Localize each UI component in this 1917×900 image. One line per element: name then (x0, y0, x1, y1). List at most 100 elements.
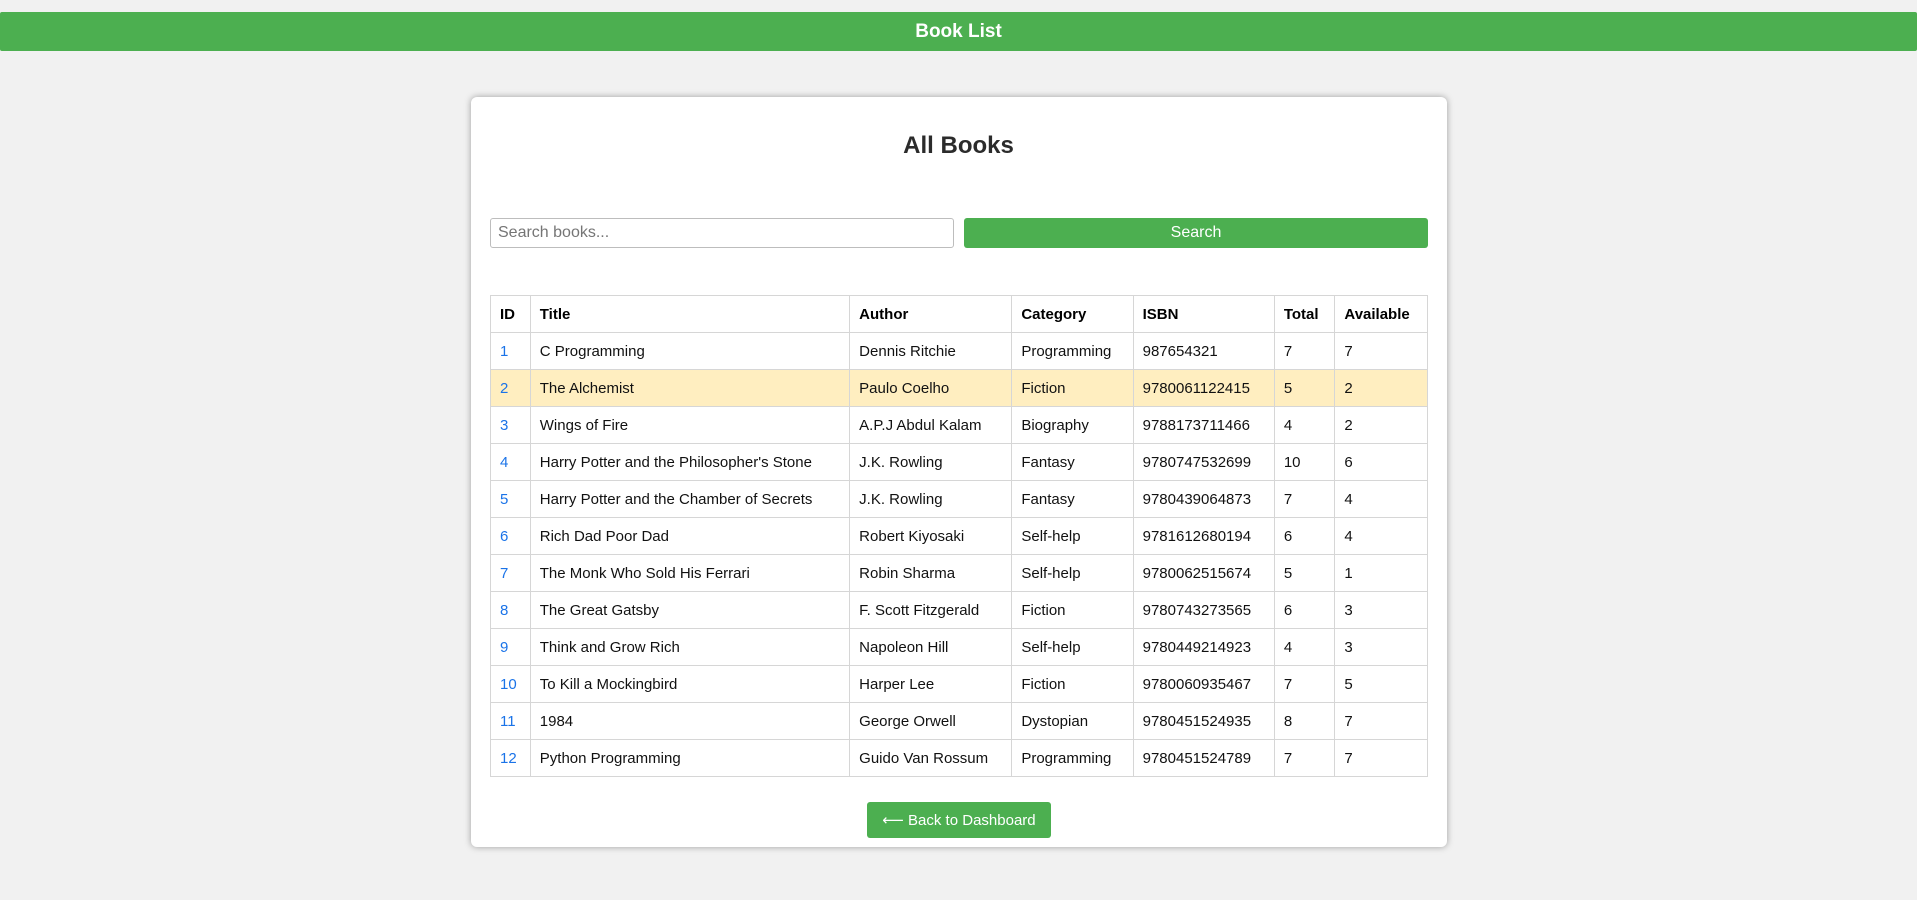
cell-id: 7 (490, 554, 531, 592)
cell-isbn: 9780439064873 (1132, 480, 1275, 518)
cell-isbn: 9780061122415 (1132, 369, 1275, 407)
book-id-link[interactable]: 10 (500, 676, 517, 693)
book-id-link[interactable]: 12 (500, 750, 517, 767)
cell-title: 1984 (529, 702, 851, 740)
cell-author: Robert Kiyosaki (849, 517, 1013, 555)
cell-author: J.K. Rowling (849, 443, 1013, 481)
book-id-link[interactable]: 8 (500, 602, 508, 619)
app-header: Book List (0, 12, 1917, 51)
column-header-category: Category (1011, 295, 1134, 333)
cell-total: 5 (1273, 554, 1336, 592)
cell-title: To Kill a Mockingbird (529, 665, 851, 703)
cell-id: 6 (490, 517, 531, 555)
cell-available: 7 (1334, 702, 1428, 740)
back-to-dashboard-button[interactable]: ⟵ Back to Dashboard (867, 802, 1051, 838)
cell-total: 6 (1273, 517, 1336, 555)
column-header-total: Total (1273, 295, 1336, 333)
cell-total: 4 (1273, 628, 1336, 666)
cell-title: Harry Potter and the Chamber of Secrets (529, 480, 851, 518)
table-row: 8 The Great Gatsby F. Scott Fitzgerald Fict… (490, 591, 1428, 629)
book-id-link[interactable]: 3 (500, 417, 508, 434)
cell-category: Fantasy (1011, 480, 1134, 518)
cell-author: J.K. Rowling (849, 480, 1013, 518)
cell-isbn: 9780743273565 (1132, 591, 1275, 629)
cell-id: 9 (490, 628, 531, 666)
cell-author: Dennis Ritchie (849, 332, 1013, 370)
cell-available: 4 (1334, 480, 1428, 518)
column-header-author: Author (849, 295, 1013, 333)
cell-author: Robin Sharma (849, 554, 1013, 592)
cell-total: 7 (1273, 739, 1336, 777)
cell-isbn: 9780060935467 (1132, 665, 1275, 703)
cell-id: 1 (490, 332, 531, 370)
table-row: 10 To Kill a Mockingbird Harper Lee Fiction… (490, 665, 1428, 703)
page-title: All Books (903, 132, 1014, 159)
cell-id: 10 (490, 665, 531, 703)
cell-isbn: 9780747532699 (1132, 443, 1275, 481)
cell-id: 12 (490, 739, 531, 777)
book-id-link[interactable]: 11 (500, 713, 516, 730)
column-header-title: Title (529, 295, 851, 333)
table-row: 6 Rich Dad Poor Dad Robert Kiyosaki Self-he… (490, 517, 1428, 555)
cell-available: 2 (1334, 369, 1428, 407)
cell-author: Harper Lee (849, 665, 1013, 703)
column-header-available: Available (1334, 295, 1428, 333)
table-row: 11 1984 George Orwell Dystopian 978045152493… (490, 702, 1428, 740)
cell-isbn: 987654321 (1132, 332, 1275, 370)
books-table: ID Title Author Category ISBN Total Avai… (490, 295, 1428, 777)
table-row: 5 Harry Potter and the Chamber of Secrets… (490, 480, 1428, 518)
column-header-id: ID (490, 295, 531, 333)
book-id-link[interactable]: 6 (500, 528, 508, 545)
cell-category: Self-help (1011, 554, 1134, 592)
cell-category: Programming (1011, 332, 1134, 370)
cell-available: 7 (1334, 332, 1428, 370)
cell-id: 2 (490, 369, 531, 407)
book-id-link[interactable]: 1 (500, 343, 508, 360)
cell-title: Think and Grow Rich (529, 628, 851, 666)
cell-available: 1 (1334, 554, 1428, 592)
cell-id: 3 (490, 406, 531, 444)
book-id-link[interactable]: 7 (500, 565, 508, 582)
cell-total: 7 (1273, 480, 1336, 518)
table-row: 9 Think and Grow Rich Napoleon Hill Self-he… (490, 628, 1428, 666)
cell-title: The Great Gatsby (529, 591, 851, 629)
cell-available: 5 (1334, 665, 1428, 703)
column-header-isbn: ISBN (1132, 295, 1275, 333)
cell-isbn: 9780062515674 (1132, 554, 1275, 592)
cell-author: Napoleon Hill (849, 628, 1013, 666)
book-id-link[interactable]: 4 (500, 454, 508, 471)
cell-title: C Programming (529, 332, 851, 370)
cell-available: 4 (1334, 517, 1428, 555)
cell-category: Fiction (1011, 369, 1134, 407)
book-id-link[interactable]: 9 (500, 639, 508, 656)
cell-total: 7 (1273, 332, 1336, 370)
cell-available: 3 (1334, 591, 1428, 629)
cell-total: 4 (1273, 406, 1336, 444)
cell-author: A.P.J Abdul Kalam (849, 406, 1013, 444)
table-row: 2 The Alchemist Paulo Coelho Fiction 9780061… (490, 369, 1428, 407)
cell-author: George Orwell (849, 702, 1013, 740)
cell-total: 6 (1273, 591, 1336, 629)
search-button[interactable]: Search (964, 218, 1428, 248)
cell-total: 10 (1273, 443, 1336, 481)
cell-isbn: 9781612680194 (1132, 517, 1275, 555)
cell-available: 3 (1334, 628, 1428, 666)
table-row: 7 The Monk Who Sold His Ferrari Robin Shar… (490, 554, 1428, 592)
book-id-link[interactable]: 5 (500, 491, 508, 508)
table-body: 1C Programming Dennis Ritchie Programming 9… (490, 332, 1428, 777)
cell-isbn: 9780451524935 (1132, 702, 1275, 740)
cell-category: Biography (1011, 406, 1134, 444)
cell-available: 6 (1334, 443, 1428, 481)
cell-title: The Monk Who Sold His Ferrari (529, 554, 851, 592)
cell-title: Python Programming (529, 739, 851, 777)
cell-total: 5 (1273, 369, 1336, 407)
book-id-link[interactable]: 2 (500, 380, 508, 397)
cell-id: 11 (490, 702, 531, 740)
table-row: 12 Python Programming Guido Van Rossum Prog… (490, 739, 1428, 777)
cell-isbn: 9780449214923 (1132, 628, 1275, 666)
cell-isbn: 9780451524789 (1132, 739, 1275, 777)
cell-category: Dystopian (1011, 702, 1134, 740)
cell-id: 4 (490, 443, 531, 481)
table-row: 4 Harry Potter and the Philosopher's Ston… (490, 443, 1428, 481)
search-input[interactable] (490, 218, 954, 248)
